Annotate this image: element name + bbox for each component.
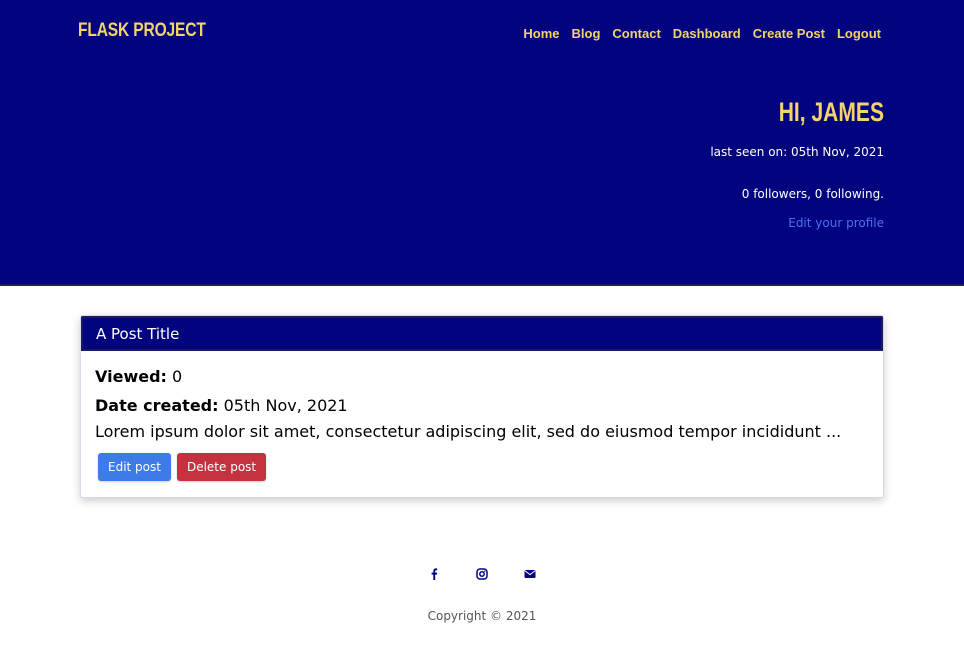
post-card: A Post Title Viewed: 0 Date created: 05t…: [80, 315, 884, 498]
post-date: Date created: 05th Nov, 2021: [95, 396, 348, 415]
post-viewed: Viewed: 0: [95, 367, 182, 386]
nav-home[interactable]: Home: [523, 26, 559, 41]
edit-profile-link[interactable]: Edit your profile: [788, 216, 884, 230]
post-actions: Edit post Delete post: [98, 453, 267, 481]
nav-blog[interactable]: Blog: [572, 26, 601, 41]
nav-contact[interactable]: Contact: [612, 26, 660, 41]
follow-stats: 0 followers, 0 following.: [741, 187, 884, 201]
profile-hero: FLASK PROJECT Home Blog Contact Dashboar…: [0, 0, 964, 286]
edit-post-button[interactable]: Edit post: [98, 453, 171, 481]
main-nav: Home Blog Contact Dashboard Create Post …: [523, 26, 881, 41]
viewed-label: Viewed:: [95, 367, 167, 386]
date-label: Date created:: [95, 396, 219, 415]
date-value: 05th Nov, 2021: [223, 396, 348, 415]
nav-create-post[interactable]: Create Post: [753, 26, 825, 41]
delete-post-button[interactable]: Delete post: [176, 453, 267, 481]
social-links: [0, 565, 964, 583]
post-excerpt: Lorem ipsum dolor sit amet, consectetur …: [95, 422, 842, 441]
facebook-icon[interactable]: [410, 565, 458, 583]
nav-logout[interactable]: Logout: [837, 26, 881, 41]
greeting-heading: HI, JAMES: [778, 97, 884, 127]
envelope-icon[interactable]: [506, 565, 554, 583]
viewed-value: 0: [172, 367, 183, 386]
post-title: A Post Title: [81, 316, 883, 351]
last-seen-text: last seen on: 05th Nov, 2021: [710, 145, 884, 159]
copyright-text: Copyright © 2021: [427, 609, 537, 623]
brand-logo[interactable]: FLASK PROJECT: [78, 20, 206, 42]
instagram-icon[interactable]: [458, 565, 506, 583]
nav-dashboard[interactable]: Dashboard: [673, 26, 741, 41]
